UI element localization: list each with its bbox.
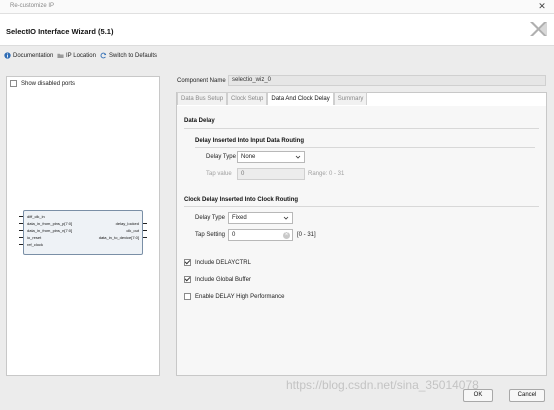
clock-delay-type-select[interactable]: Fixed xyxy=(228,212,293,224)
tab-data-and-clock-delay[interactable]: Data And Clock Delay xyxy=(267,92,334,105)
data-delay-type-value: None xyxy=(241,154,256,160)
port-stub xyxy=(19,230,23,231)
include-global-buffer-checkbox[interactable] xyxy=(184,276,191,283)
component-name-field[interactable]: selectio_wiz_0 xyxy=(228,75,546,86)
documentation-label: Documentation xyxy=(13,52,54,59)
ip-location-button[interactable]: IP Location xyxy=(57,51,96,60)
port-stub xyxy=(143,230,147,231)
tap-setting-field[interactable]: 0 × xyxy=(228,229,293,241)
chevron-down-icon xyxy=(295,155,301,159)
tab-bar: Data Bus Setup Clock Setup Data And Cloc… xyxy=(177,92,368,105)
switch-to-defaults-button[interactable]: Switch to Defaults xyxy=(100,51,157,60)
include-delayctrl-label: Include DELAYCTRL xyxy=(195,259,251,266)
show-disabled-ports-label: Show disabled ports xyxy=(21,80,76,87)
tap-setting-label: Tap Setting xyxy=(195,232,226,238)
switch-to-defaults-label: Switch to Defaults xyxy=(109,52,158,59)
include-global-buffer-row[interactable]: Include Global Buffer xyxy=(184,276,251,283)
divider xyxy=(184,128,539,129)
clock-delay-type-value: Fixed xyxy=(232,215,247,221)
port-data-in-from-pins-n: data_in_from_pins_n[7:0] xyxy=(27,228,73,233)
tap-setting-value: 0 xyxy=(232,232,236,238)
close-icon[interactable]: ✕ xyxy=(533,1,551,12)
wizard-header: SelectIO Interface Wizard (5.1) xyxy=(0,14,554,46)
chevron-down-icon xyxy=(283,216,289,220)
toolbar: Documentation IP Location Switch to Defa… xyxy=(0,47,554,63)
xilinx-logo-icon xyxy=(530,22,547,36)
data-delay-type-label: Delay Type xyxy=(206,154,236,160)
symbol-panel: Show disabled ports diff_clk_in data_in_… xyxy=(6,76,160,376)
tab-clock-setup[interactable]: Clock Setup xyxy=(227,92,268,105)
tap-value-range: Range: 0 - 31 xyxy=(308,171,345,177)
ip-block-symbol: diff_clk_in data_in_from_pins_p[7:0] dat… xyxy=(19,210,147,255)
show-disabled-ports-checkbox[interactable] xyxy=(10,80,17,87)
data-delay-heading: Data Delay xyxy=(184,118,215,124)
port-data-in-to-device: data_in_to_device[7:0] xyxy=(98,235,139,240)
port-stub xyxy=(19,223,23,224)
watermark: https://blog.csdn.net/sina_35014078 xyxy=(286,378,479,392)
info-icon xyxy=(4,52,11,59)
port-diff-clk-in: diff_clk_in xyxy=(27,214,45,219)
port-stub xyxy=(19,244,23,245)
documentation-button[interactable]: Documentation xyxy=(4,51,53,60)
clear-icon[interactable]: × xyxy=(283,232,290,239)
port-stub xyxy=(19,237,23,238)
tap-value-field[interactable]: 0 xyxy=(237,168,305,180)
divider xyxy=(195,147,535,148)
port-ref-clock: ref_clock xyxy=(27,242,44,247)
ok-button[interactable]: OK xyxy=(463,389,493,402)
window-title: Re-customize IP xyxy=(10,3,55,9)
clock-delay-heading: Clock Delay Inserted Into Clock Routing xyxy=(184,197,299,203)
window-titlebar: Re-customize IP ✕ xyxy=(0,0,554,14)
component-name-label: Component Name xyxy=(177,78,226,84)
include-global-buffer-label: Include Global Buffer xyxy=(195,276,251,283)
port-io-reset: io_reset xyxy=(27,235,42,240)
data-routing-subheading: Delay Inserted Into Input Data Routing xyxy=(195,138,305,144)
tab-content: Data Delay Delay Inserted Into Input Dat… xyxy=(177,106,546,375)
include-delayctrl-checkbox[interactable] xyxy=(184,259,191,266)
enable-delay-high-performance-checkbox[interactable] xyxy=(184,293,191,300)
folder-icon xyxy=(57,53,64,58)
port-data-in-from-pins-p: data_in_from_pins_p[7:0] xyxy=(27,221,73,226)
enable-delay-high-performance-label: Enable DELAY High Performance xyxy=(195,293,285,300)
wizard-title: SelectIO Interface Wizard (5.1) xyxy=(6,27,114,36)
include-delayctrl-row[interactable]: Include DELAYCTRL xyxy=(184,259,251,266)
port-stub xyxy=(143,237,147,238)
clock-delay-type-label: Delay Type xyxy=(195,215,225,221)
port-stub xyxy=(19,216,23,217)
port-stub xyxy=(143,223,147,224)
data-delay-type-select[interactable]: None xyxy=(237,151,305,163)
tab-summary[interactable]: Summary xyxy=(333,92,368,105)
divider xyxy=(184,206,539,207)
port-clk-out: clk_out xyxy=(126,228,139,233)
show-disabled-ports-row[interactable]: Show disabled ports xyxy=(10,80,75,87)
cancel-button[interactable]: Cancel xyxy=(509,389,545,402)
refresh-icon xyxy=(100,52,107,59)
ip-location-label: IP Location xyxy=(66,52,96,59)
tap-setting-range: [0 - 31] xyxy=(297,232,316,238)
tab-data-bus-setup[interactable]: Data Bus Setup xyxy=(177,92,228,105)
enable-delay-high-performance-row[interactable]: Enable DELAY High Performance xyxy=(184,293,285,300)
tap-value-label: Tap value xyxy=(206,171,232,177)
port-delay-locked: delay_locked xyxy=(115,221,139,226)
